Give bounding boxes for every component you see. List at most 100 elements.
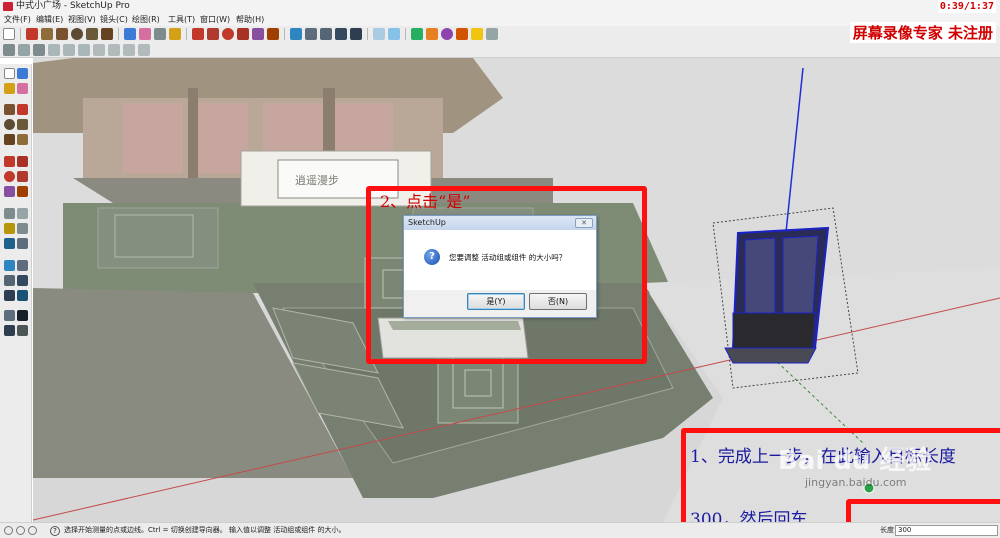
menu-view[interactable]: 视图(V)	[68, 13, 96, 26]
baidu-watermark: Bai du 经验	[778, 446, 932, 476]
dimension-icon[interactable]	[17, 208, 28, 219]
share-model-icon[interactable]	[426, 28, 438, 40]
section-plane-icon[interactable]	[17, 325, 28, 336]
eraser-icon[interactable]	[139, 28, 151, 40]
line-icon[interactable]	[17, 104, 28, 115]
move-icon[interactable]	[207, 28, 219, 40]
previous-view-icon[interactable]	[373, 28, 385, 40]
previous-view-icon[interactable]	[17, 290, 28, 301]
push-pull-icon[interactable]	[192, 28, 204, 40]
rotate-icon[interactable]	[4, 171, 15, 182]
paint-bucket-icon[interactable]	[4, 83, 15, 94]
push-pull-icon[interactable]	[17, 156, 28, 167]
3d-text-icon[interactable]	[17, 238, 28, 249]
pan-icon[interactable]	[17, 260, 28, 271]
arc-icon[interactable]	[17, 119, 28, 130]
menu-window[interactable]: 窗口(W)	[200, 13, 230, 26]
question-icon: ?	[424, 249, 440, 265]
orbit-icon[interactable]	[4, 260, 15, 271]
circle-icon[interactable]	[4, 119, 15, 130]
tape-measure-icon[interactable]	[4, 208, 15, 219]
menu-help[interactable]: 帮助(H)	[236, 13, 264, 26]
menu-draw[interactable]: 绘图(R)	[132, 13, 160, 26]
look-around-icon[interactable]	[17, 310, 28, 321]
line-icon[interactable]	[26, 28, 38, 40]
zoom-extents-icon[interactable]	[350, 28, 362, 40]
menu-camera[interactable]: 镜头(C)	[100, 13, 128, 26]
paste-icon[interactable]	[78, 43, 90, 56]
rectangle-icon[interactable]	[56, 28, 68, 40]
redo-icon[interactable]	[123, 43, 135, 56]
menu-tools[interactable]: 工具(T)	[168, 13, 195, 26]
get-models-icon[interactable]	[411, 28, 423, 40]
zoom-icon[interactable]	[4, 275, 15, 286]
select-icon[interactable]	[4, 68, 15, 79]
open-file-icon[interactable]	[18, 43, 30, 56]
sketchup-window: 中式小广场 - SketchUp Pro 0:39/1:37 文件(F) 编辑(…	[0, 0, 1000, 538]
walk-icon[interactable]	[4, 325, 15, 336]
move-icon[interactable]	[4, 156, 15, 167]
credits-icon[interactable]	[16, 526, 25, 535]
left-toolbar	[0, 64, 32, 522]
add-location-icon[interactable]	[441, 28, 453, 40]
follow-me-icon[interactable]	[237, 28, 249, 40]
rotate-icon[interactable]	[222, 28, 234, 40]
annotation-step2-text: 2、点击“是”	[380, 192, 471, 211]
make-component-icon[interactable]	[124, 28, 136, 40]
make-component-icon[interactable]	[17, 68, 28, 79]
scale-icon[interactable]	[4, 186, 15, 197]
arc-icon[interactable]	[86, 28, 98, 40]
no-button[interactable]: 否(N)	[529, 293, 587, 310]
status-bar: ? 选择开始测量的点或边线。Ctrl = 切换创建导向器。 输入值以调整 活动组…	[0, 522, 1000, 538]
circle-icon[interactable]	[71, 28, 83, 40]
measurements-input[interactable]: 300	[895, 525, 998, 536]
undo-icon[interactable]	[108, 43, 120, 56]
status-icons	[4, 526, 37, 535]
secondary-toolbar	[0, 42, 1000, 58]
position-camera-icon[interactable]	[4, 310, 15, 321]
cut-icon[interactable]	[48, 43, 60, 56]
toolbar-separator	[405, 28, 406, 40]
delete-icon[interactable]	[93, 43, 105, 56]
protractor-icon[interactable]	[4, 223, 15, 234]
copy-icon[interactable]	[63, 43, 75, 56]
freehand-icon[interactable]	[41, 28, 53, 40]
menu-edit[interactable]: 编辑(E)	[36, 13, 63, 26]
user-icon[interactable]	[28, 526, 37, 535]
sketchup-logo-icon	[3, 2, 13, 11]
follow-me-icon[interactable]	[17, 171, 28, 182]
polygon-icon[interactable]	[4, 134, 15, 145]
eraser-icon[interactable]	[17, 83, 28, 94]
tape-measure-icon[interactable]	[154, 28, 166, 40]
zoom-extents-icon[interactable]	[4, 290, 15, 301]
status-text: 选择开始测量的点或边线。Ctrl = 切换创建导向器。 输入值以调整 活动组或组…	[64, 526, 346, 534]
offset-icon[interactable]	[267, 28, 279, 40]
orbit-icon[interactable]	[290, 28, 302, 40]
layout-icon[interactable]	[486, 28, 498, 40]
scale-icon[interactable]	[252, 28, 264, 40]
rectangle-icon[interactable]	[4, 104, 15, 115]
select-icon[interactable]	[3, 28, 15, 40]
extension-warehouse-icon[interactable]	[471, 28, 483, 40]
yes-button[interactable]: 是(Y)	[467, 293, 525, 310]
print-icon[interactable]	[138, 43, 150, 56]
next-view-icon[interactable]	[388, 28, 400, 40]
freehand-icon[interactable]	[17, 134, 28, 145]
offset-icon[interactable]	[17, 186, 28, 197]
paint-bucket-icon[interactable]	[169, 28, 181, 40]
photo-textures-icon[interactable]	[456, 28, 468, 40]
zoom-icon[interactable]	[320, 28, 332, 40]
toolbar-separator	[186, 28, 187, 40]
pan-icon[interactable]	[305, 28, 317, 40]
zoom-window-icon[interactable]	[335, 28, 347, 40]
geo-location-icon[interactable]	[4, 526, 13, 535]
new-file-icon[interactable]	[3, 43, 15, 56]
text-icon[interactable]	[17, 223, 28, 234]
menu-file[interactable]: 文件(F)	[4, 13, 31, 26]
axes-icon[interactable]	[4, 238, 15, 249]
save-icon[interactable]	[33, 43, 45, 56]
dialog-close-icon[interactable]: ✕	[575, 218, 593, 228]
polygon-icon[interactable]	[101, 28, 113, 40]
help-icon[interactable]: ?	[50, 526, 60, 536]
zoom-window-icon[interactable]	[17, 275, 28, 286]
